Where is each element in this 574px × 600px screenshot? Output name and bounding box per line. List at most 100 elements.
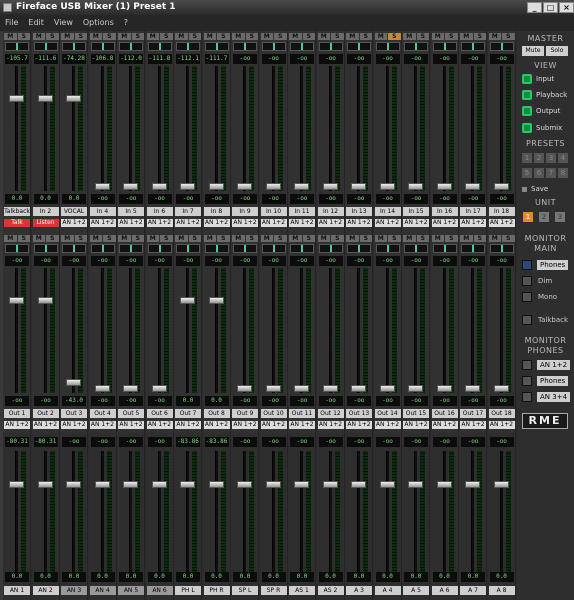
routing-label[interactable]: AN 1+2: [403, 219, 429, 227]
solo-button[interactable]: S: [217, 33, 230, 40]
out-fader[interactable]: [35, 451, 57, 579]
channel-name[interactable]: Out 14: [374, 409, 401, 418]
output-name[interactable]: A 7: [460, 586, 486, 595]
pb-fader[interactable]: [234, 268, 256, 393]
solo-button[interactable]: S: [74, 235, 87, 242]
routing-label[interactable]: AN 1+2: [175, 421, 201, 429]
fader-knob[interactable]: [294, 385, 309, 392]
pan-control[interactable]: [461, 42, 485, 51]
channel-name[interactable]: In 7: [175, 207, 201, 216]
routing-label[interactable]: AN 1+2: [203, 219, 230, 227]
channel-name[interactable]: In 12: [317, 207, 344, 216]
channel-name[interactable]: Out 15: [403, 409, 429, 418]
out-fader[interactable]: [377, 451, 399, 579]
view-submix[interactable]: Submix: [522, 122, 562, 134]
in-fader[interactable]: [348, 66, 370, 191]
fader-knob[interactable]: [66, 95, 81, 102]
channel-name[interactable]: Out 6: [146, 409, 173, 418]
pan-control[interactable]: [318, 244, 343, 253]
fader-knob[interactable]: [265, 481, 281, 488]
pan-control[interactable]: [489, 42, 514, 51]
close-button[interactable]: ×: [559, 2, 574, 13]
output-name[interactable]: SP R: [260, 586, 287, 595]
fader-knob[interactable]: [379, 385, 395, 392]
mute-button[interactable]: M: [460, 235, 473, 242]
pb-fader[interactable]: [35, 268, 57, 393]
routing-label[interactable]: AN 1+2: [346, 421, 372, 429]
in-fader[interactable]: [377, 66, 399, 191]
solo-button[interactable]: S: [46, 235, 59, 242]
fader-knob[interactable]: [123, 183, 138, 190]
mute-button[interactable]: M: [203, 235, 216, 242]
fader-knob[interactable]: [37, 481, 53, 488]
mute-button[interactable]: M: [317, 235, 330, 242]
channel-name[interactable]: In 16: [431, 207, 458, 216]
mute-button[interactable]: M: [61, 33, 74, 40]
pb-fader[interactable]: [405, 268, 427, 393]
pan-control[interactable]: [233, 244, 257, 253]
fader-knob[interactable]: [151, 385, 167, 392]
channel-name[interactable]: Out 8: [203, 409, 230, 418]
preset-button[interactable]: 7: [546, 168, 556, 178]
preset-button[interactable]: 3: [546, 153, 556, 163]
view-output[interactable]: Output: [522, 105, 560, 117]
mute-button[interactable]: M: [488, 235, 501, 242]
in-fader[interactable]: [6, 66, 28, 191]
mute-button[interactable]: M: [146, 235, 159, 242]
output-name[interactable]: A 6: [431, 586, 458, 595]
solo-button[interactable]: S: [388, 33, 401, 40]
mute-button[interactable]: M: [317, 33, 330, 40]
mute-button[interactable]: M: [232, 235, 245, 242]
monitor-main-mono[interactable]: Mono: [538, 293, 557, 301]
pan-control[interactable]: [290, 244, 314, 253]
routing-label[interactable]: AN 1+2: [460, 219, 486, 227]
fader-knob[interactable]: [37, 297, 53, 304]
pan-control[interactable]: [147, 42, 172, 51]
output-name[interactable]: PH R: [203, 586, 230, 595]
monitor-main-dim[interactable]: Dim: [538, 277, 552, 285]
out-fader[interactable]: [120, 451, 142, 579]
pb-fader[interactable]: [120, 268, 142, 393]
mute-button[interactable]: M: [175, 235, 188, 242]
out-fader[interactable]: [320, 451, 342, 579]
out-fader[interactable]: [177, 451, 199, 579]
fader-knob[interactable]: [208, 297, 224, 304]
routing-label[interactable]: AN 1+2: [203, 421, 230, 429]
pb-fader[interactable]: [177, 268, 199, 393]
preset-button[interactable]: 8: [558, 168, 568, 178]
pan-control[interactable]: [176, 42, 200, 51]
mute-button[interactable]: M: [346, 235, 359, 242]
pan-control[interactable]: [204, 42, 229, 51]
pb-fader[interactable]: [291, 268, 313, 393]
mute-button[interactable]: M: [260, 33, 273, 40]
fader-knob[interactable]: [408, 385, 423, 392]
mute-button[interactable]: M: [4, 235, 17, 242]
fader-knob[interactable]: [379, 183, 395, 190]
solo-button[interactable]: S: [17, 33, 30, 40]
solo-button[interactable]: S: [502, 33, 515, 40]
solo-button[interactable]: S: [160, 33, 173, 40]
output-name[interactable]: AS 1: [289, 586, 315, 595]
routing-label[interactable]: AN 1+2: [317, 219, 344, 227]
output-name[interactable]: AN 6: [146, 586, 173, 595]
fader-knob[interactable]: [351, 481, 366, 488]
routing-label[interactable]: AN 1+2: [289, 219, 315, 227]
fader-knob[interactable]: [94, 481, 110, 488]
pan-control[interactable]: [432, 42, 457, 51]
fader-knob[interactable]: [151, 183, 167, 190]
in-fader[interactable]: [320, 66, 342, 191]
pan-control[interactable]: [147, 244, 172, 253]
output-name[interactable]: A 3: [346, 586, 372, 595]
phones-phones-icon[interactable]: [522, 376, 532, 386]
out-fader[interactable]: [63, 451, 85, 579]
view-playback[interactable]: Playback: [522, 89, 567, 101]
view-input[interactable]: Input: [522, 73, 554, 85]
solo-button[interactable]: S: [445, 33, 458, 40]
pan-control[interactable]: [318, 42, 343, 51]
routing-label[interactable]: AN 1+2: [61, 421, 87, 429]
output-name[interactable]: AN 5: [118, 586, 144, 595]
pan-control[interactable]: [33, 244, 58, 253]
in-fader[interactable]: [149, 66, 171, 191]
routing-label[interactable]: AN 1+2: [260, 421, 287, 429]
master-solo-button[interactable]: Solo: [546, 46, 568, 56]
